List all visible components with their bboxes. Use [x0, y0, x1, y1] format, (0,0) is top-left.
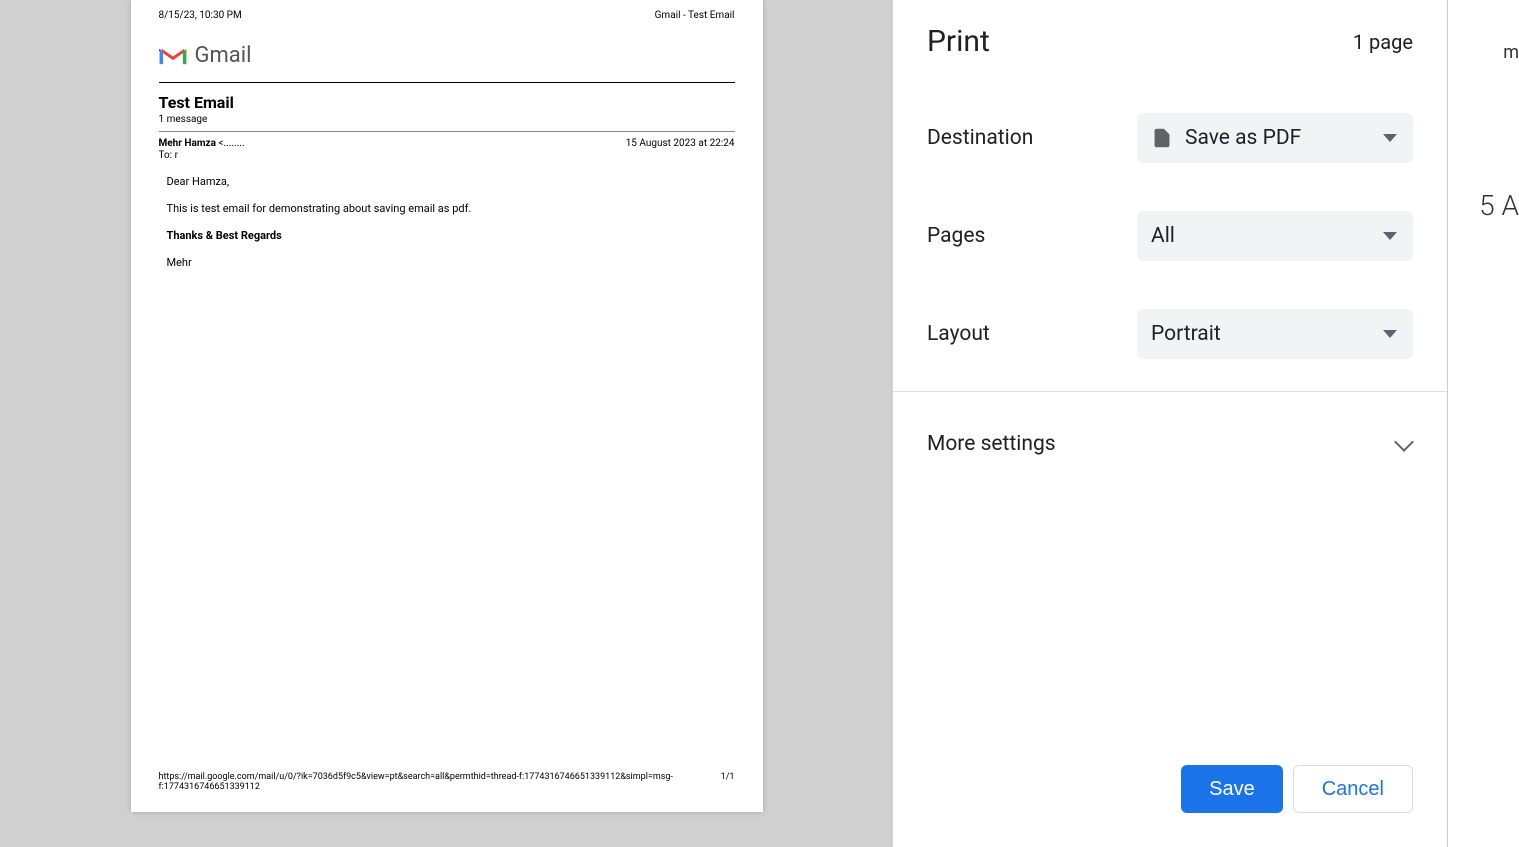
pages-value: All [1151, 224, 1175, 248]
message-count: 1 message [159, 114, 735, 125]
sender-line: Mehr Hamza <........ [159, 138, 245, 149]
background-strip: m 5 A [1447, 0, 1519, 847]
to-line: To: r [159, 150, 735, 161]
print-doc-title: Gmail - Test Email [655, 10, 735, 21]
print-header: Print 1 page [893, 0, 1447, 69]
print-date: 8/15/23, 10:30 PM [159, 10, 242, 21]
chevron-down-icon [1397, 439, 1413, 449]
page-preview: 8/15/23, 10:30 PM Gmail - Test Email Gma… [131, 0, 763, 812]
footer-page-num: 1/1 [721, 772, 735, 792]
strip-text-2: 5 A [1479, 189, 1519, 222]
gmail-logo-row: Gmail [159, 43, 735, 68]
layout-value: Portrait [1151, 322, 1221, 346]
dropdown-arrow-icon [1383, 232, 1397, 240]
body-signoff: Thanks & Best Regards [167, 229, 735, 242]
preview-area: 8/15/23, 10:30 PM Gmail - Test Email Gma… [0, 0, 893, 847]
dropdown-arrow-icon [1383, 134, 1397, 142]
layout-label: Layout [927, 322, 1137, 346]
save-button[interactable]: Save [1181, 765, 1283, 813]
strip-text-1: m [1503, 42, 1519, 63]
body-line-1: This is test email for demonstrating abo… [167, 202, 735, 215]
page-footer: https://mail.google.com/mail/u/0/?ik=703… [159, 772, 735, 792]
pages-dropdown[interactable]: All [1137, 211, 1413, 261]
cancel-button[interactable]: Cancel [1293, 765, 1413, 813]
more-settings-toggle[interactable]: More settings [893, 392, 1447, 456]
gmail-text: Gmail [195, 43, 252, 68]
email-subject: Test Email [159, 93, 735, 112]
layout-dropdown[interactable]: Portrait [1137, 309, 1413, 359]
gmail-logo-icon [159, 45, 187, 67]
body-signature: Mehr [167, 256, 735, 269]
sender-row: Mehr Hamza <........ 15 August 2023 at 2… [159, 138, 735, 149]
footer-url: https://mail.google.com/mail/u/0/?ik=703… [159, 772, 721, 792]
body-greeting: Dear Hamza, [167, 175, 735, 188]
button-row: Save Cancel [893, 765, 1447, 847]
sender-name: Mehr Hamza [159, 138, 216, 149]
page-header: 8/15/23, 10:30 PM Gmail - Test Email [159, 10, 735, 21]
print-panel: Print 1 page Destination Save as PDF Pag… [893, 0, 1447, 847]
more-settings-label: More settings [927, 432, 1056, 456]
pages-row: Pages All [927, 211, 1413, 261]
dropdown-arrow-icon [1383, 330, 1397, 338]
sender-email: <........ [216, 138, 245, 149]
page-count: 1 page [1353, 30, 1413, 54]
divider-thin [159, 131, 735, 132]
email-timestamp: 15 August 2023 at 22:24 [626, 138, 735, 149]
destination-label: Destination [927, 126, 1137, 150]
pages-label: Pages [927, 224, 1137, 248]
destination-row: Destination Save as PDF [927, 113, 1413, 163]
destination-value: Save as PDF [1185, 126, 1301, 150]
layout-row: Layout Portrait [927, 309, 1413, 359]
document-icon [1151, 125, 1173, 151]
print-title: Print [927, 24, 990, 59]
destination-dropdown[interactable]: Save as PDF [1137, 113, 1413, 163]
divider [159, 82, 735, 83]
settings-section: Destination Save as PDF Pages All Layout… [893, 69, 1447, 359]
